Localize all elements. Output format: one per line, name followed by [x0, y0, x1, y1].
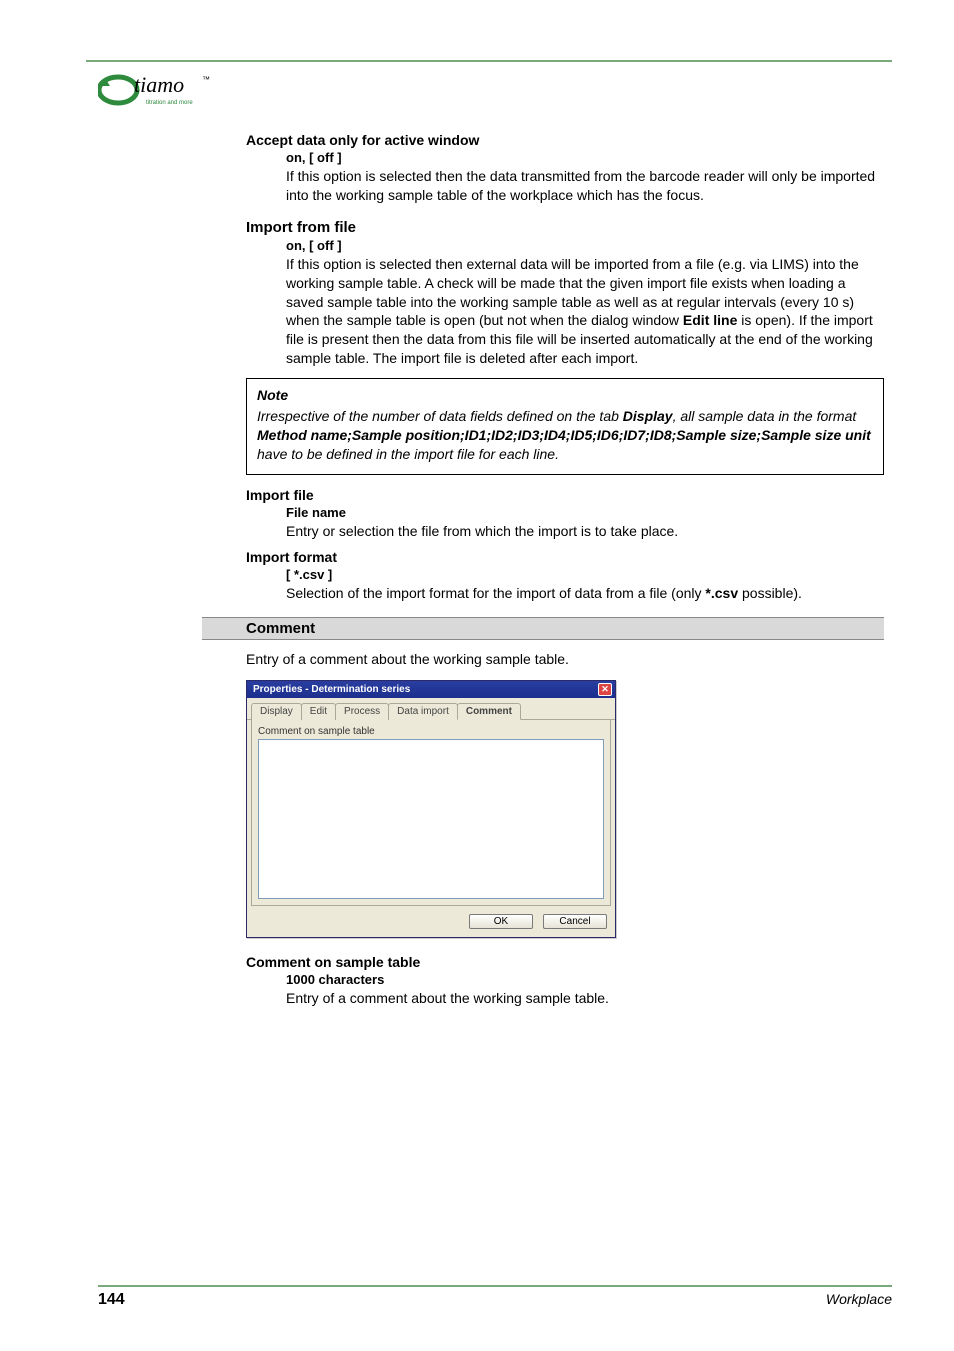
dialog-titlebar[interactable]: Properties - Determination series ✕ [247, 681, 615, 698]
note-box: Note Irrespective of the number of data … [246, 378, 884, 475]
note-body: Irrespective of the number of data field… [257, 407, 873, 464]
import-file-title: Import file [246, 487, 884, 503]
tab-data-import[interactable]: Data import [388, 703, 458, 720]
tab-comment[interactable]: Comment [457, 703, 521, 720]
svg-text:titration and more: titration and more [146, 100, 193, 106]
footer-right: Workplace [826, 1291, 892, 1309]
accept-title: Accept data only for active window [246, 132, 884, 148]
ok-button[interactable]: OK [469, 914, 533, 929]
note-p1b: , all sample data in the format [673, 408, 857, 424]
comment-textarea[interactable] [258, 739, 604, 899]
note-p1a: Irrespective of the number of data field… [257, 408, 623, 424]
dialog-buttons: OK Cancel [247, 914, 615, 937]
page-top-rule [86, 60, 892, 62]
comment-intro: Entry of a comment about the working sam… [246, 650, 884, 669]
note-p1c: have to be defined in the import file fo… [257, 446, 559, 462]
comment-sub-title: Comment on sample table [246, 954, 884, 970]
import-file-text: If this option is selected then external… [286, 255, 884, 368]
comment-heading: Comment [202, 617, 884, 640]
page-number: 144 [98, 1291, 125, 1309]
dialog-body: Comment on sample table [251, 720, 611, 906]
comment-sub-text: Entry of a comment about the working sam… [286, 989, 884, 1008]
page-footer: 144 Workplace [98, 1285, 892, 1309]
import-from-file-heading: Import from file [246, 219, 884, 236]
note-display-word: Display [623, 408, 673, 424]
tab-edit[interactable]: Edit [301, 703, 336, 720]
cancel-button[interactable]: Cancel [543, 914, 607, 929]
accept-text: If this option is selected then the data… [286, 167, 884, 205]
note-method: Method name;Sample position;ID1;ID2;ID3;… [257, 427, 871, 443]
import-format-text-a: Selection of the import format for the i… [286, 585, 705, 601]
import-format-title: Import format [246, 549, 884, 565]
svg-text:tiamo: tiamo [134, 72, 184, 97]
tab-process[interactable]: Process [335, 703, 389, 720]
logo: tiamo ™ titration and more [98, 68, 884, 112]
import-format-text-b: possible). [738, 585, 802, 601]
import-format-csv: *.csv [705, 585, 738, 601]
import-file-sub: File name [286, 505, 884, 520]
edit-line-term: Edit line [683, 312, 737, 328]
main-content: Accept data only for active window on, [… [246, 132, 884, 1008]
note-title: Note [257, 387, 873, 403]
import-format-sub: [ *.csv ] [286, 567, 884, 582]
dialog-tabs: Display Edit Process Data import Comment [247, 698, 615, 720]
accept-option: on, [ off ] [286, 150, 884, 165]
close-icon[interactable]: ✕ [598, 683, 612, 696]
dialog-body-label: Comment on sample table [258, 726, 604, 737]
import-format-desc: Selection of the import format for the i… [286, 584, 884, 603]
tab-display[interactable]: Display [251, 703, 302, 720]
import-file-option: on, [ off ] [286, 238, 884, 253]
comment-sub-val: 1000 characters [286, 972, 884, 987]
properties-dialog: Properties - Determination series ✕ Disp… [246, 680, 616, 938]
dialog-title: Properties - Determination series [253, 684, 410, 695]
svg-text:™: ™ [202, 75, 210, 84]
import-file-desc: Entry or selection the file from which t… [286, 522, 884, 541]
